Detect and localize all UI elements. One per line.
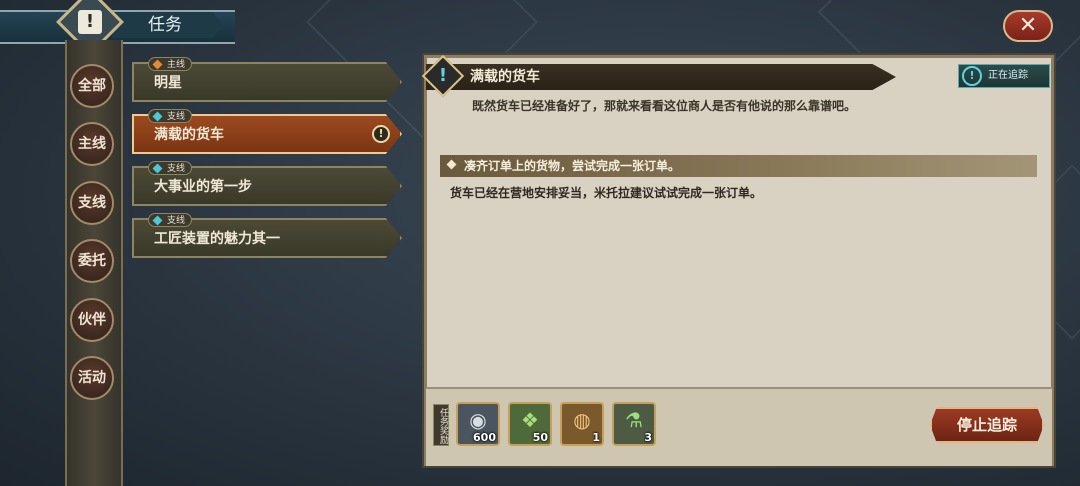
quest-tag-label: 支线 <box>167 164 186 174</box>
bread-basket-icon: ◍ <box>573 408 591 432</box>
reward-count: 3 <box>644 431 652 444</box>
objective-title: 凑齐订单上的货物，尝试完成一张订单。 <box>464 159 681 173</box>
page-title: 任务 <box>112 12 222 38</box>
reward-item-silver-coin[interactable]: ◉ 600 <box>456 402 500 446</box>
diamond-icon <box>152 59 163 70</box>
silver-coin-icon: ◉ <box>469 408 487 432</box>
green-crystal-icon: ❖ <box>521 408 539 432</box>
quest-description: 既然货车已经准备好了，那就来看看这位商人是否有他说的那么靠谱吧。 <box>472 99 857 113</box>
category-partner-button[interactable]: 伙伴 <box>70 298 114 342</box>
reward-count: 1 <box>592 431 600 444</box>
objective-description: 货车已经在营地安排妥当，米托拉建议试试完成一张订单。 <box>450 186 763 200</box>
diamond-icon <box>152 215 163 226</box>
quest-tag: 支线 <box>148 161 193 175</box>
quest-tag: 支线 <box>148 213 193 227</box>
green-potion-icon: ⚗ <box>625 408 643 432</box>
quest-tag: 主线 <box>148 57 193 71</box>
tracking-marker-icon: ! <box>372 125 390 143</box>
stop-tracking-button[interactable]: 停止追踪 <box>930 407 1044 443</box>
close-button[interactable]: ✕ <box>1003 10 1053 42</box>
category-main-button[interactable]: 主线 <box>70 122 114 166</box>
tracking-badge-label: 正在追踪 <box>988 70 1028 81</box>
quest-tag: 支线 <box>148 109 193 123</box>
quest-book-icon: ! <box>78 10 102 34</box>
reward-item-green-potion[interactable]: ⚗ 3 <box>612 402 656 446</box>
reward-count: 50 <box>532 431 548 444</box>
tracking-icon: ! <box>962 66 982 86</box>
reward-count: 600 <box>473 431 496 444</box>
reward-item-green-crystal[interactable]: ❖ 50 <box>508 402 552 446</box>
detail-title: 满载的货车 <box>470 69 540 85</box>
category-side-button[interactable]: 支线 <box>70 181 114 225</box>
quest-tag-label: 主线 <box>167 60 186 70</box>
reward-item-bread-basket[interactable]: ◍ 1 <box>560 402 604 446</box>
diamond-icon <box>152 111 163 122</box>
category-commission-button[interactable]: 委托 <box>70 239 114 283</box>
category-event-button[interactable]: 活动 <box>70 356 114 400</box>
diamond-icon <box>152 163 163 174</box>
quest-tag-label: 支线 <box>167 216 186 226</box>
quest-alert-icon: ! <box>438 65 448 86</box>
quest-tag-label: 支线 <box>167 112 186 122</box>
category-all-button[interactable]: 全部 <box>70 64 114 108</box>
reward-label: 任务奖励 <box>433 404 449 446</box>
